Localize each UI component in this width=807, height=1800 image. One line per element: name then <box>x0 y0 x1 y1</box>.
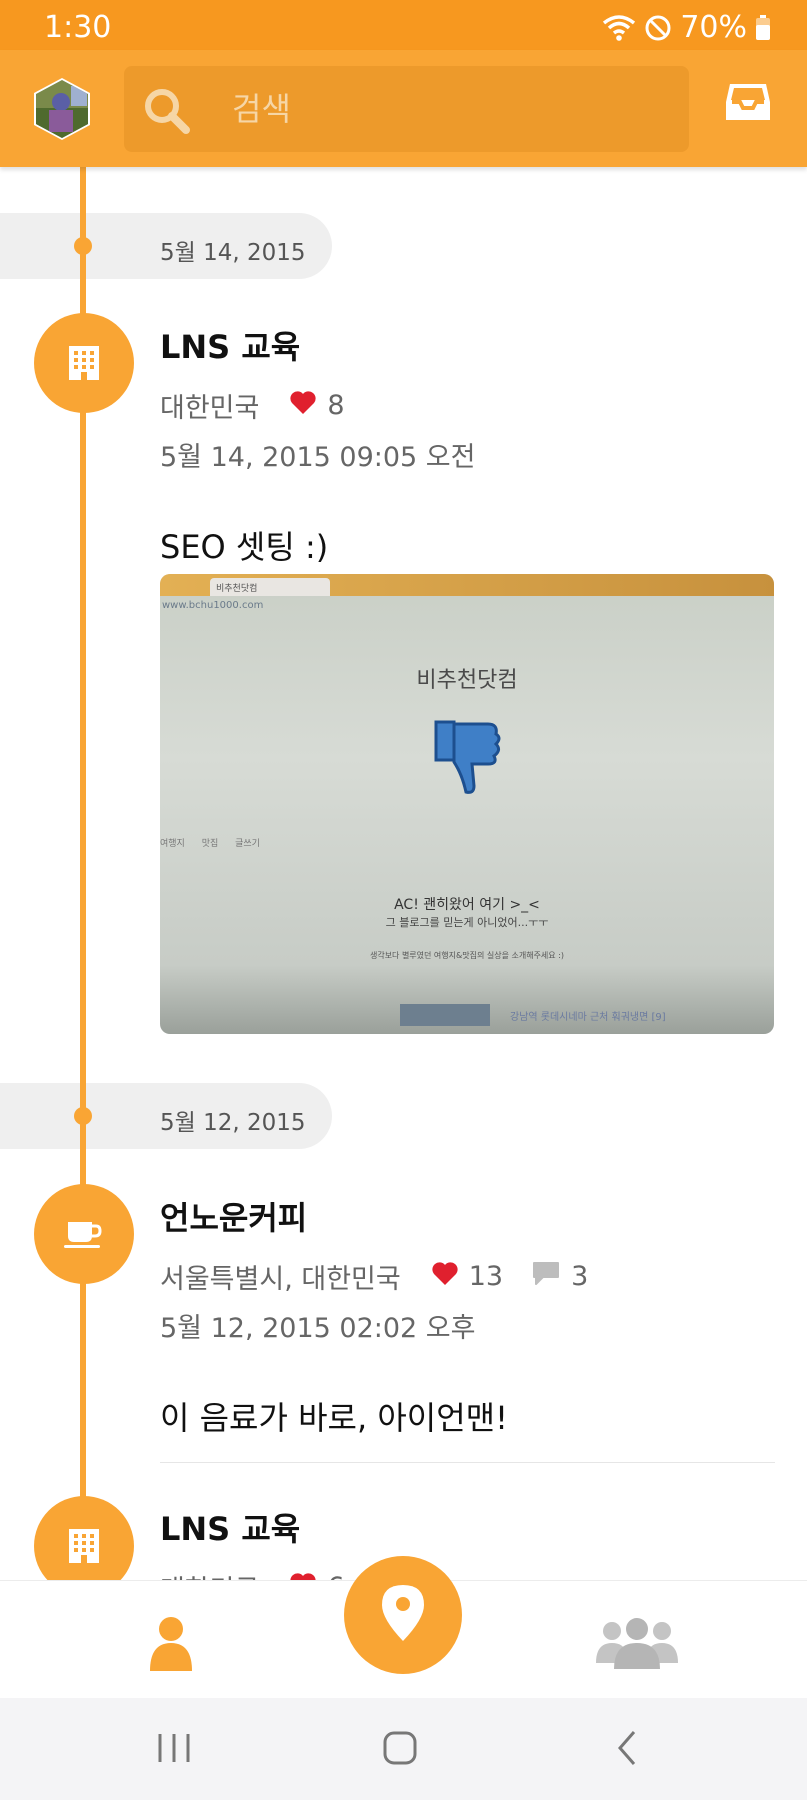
post-meta: 대한민국 8 <box>160 386 775 425</box>
post-location: 대한민국 <box>160 393 260 424</box>
timeline-post[interactable]: LNS 교육 대한민국 8 5월 14, 2015 09:05 오전 SEO 셋… <box>160 322 775 568</box>
battery-icon <box>755 14 771 41</box>
recent-apps-icon[interactable] <box>156 1728 192 1773</box>
photo-text-line: 그 블로그를 믿는게 아니었어...ㅜㅜ <box>385 916 549 929</box>
post-body: SEO 셋팅 :) <box>160 528 329 566</box>
post-timestamp: 5월 12, 2015 02:02 오후 <box>160 1313 476 1344</box>
heart-icon <box>431 1261 459 1292</box>
like-count-value: 8 <box>327 390 345 421</box>
status-right: 70% <box>602 10 771 45</box>
back-icon[interactable] <box>612 1728 642 1773</box>
group-icon[interactable] <box>596 1617 678 1674</box>
post-body: 이 음료가 바로, 아이언맨! <box>160 1399 508 1437</box>
battery-percent: 70% <box>680 10 747 45</box>
comment-icon <box>531 1260 561 1293</box>
photo-url: www.bchu1000.com <box>162 600 264 611</box>
like-count[interactable]: 8 <box>289 390 345 421</box>
inbox-icon[interactable] <box>724 78 772 126</box>
post-photo[interactable]: 비추천닷컴 www.bchu1000.com 비추천닷컴 여행지 맛집 글쓰기 … <box>160 574 774 1034</box>
status-time: 1:30 <box>44 10 112 45</box>
comment-count[interactable]: 3 <box>531 1260 588 1293</box>
thumbs-down-icon <box>428 714 508 805</box>
comment-count-value: 3 <box>571 1261 589 1292</box>
post-location: 서울특별시, 대한민국 <box>160 1264 401 1295</box>
status-bar: 1:30 70% <box>0 0 807 50</box>
photo-thumbnail-strip <box>400 1004 490 1026</box>
post-title: LNS 교육 <box>160 1510 301 1548</box>
date-header: 5월 12, 2015 <box>0 1083 332 1149</box>
photo-text-line: 강남역 롯데시네마 근처 훠궈냉면 [9] <box>510 1012 666 1023</box>
photo-text-line: 생각보다 별루였던 여행지&맛집의 실상을 소개해주세요 :) <box>369 951 565 960</box>
search-bar[interactable] <box>124 66 689 152</box>
post-timestamp: 5월 14, 2015 09:05 오전 <box>160 442 476 473</box>
person-icon[interactable] <box>148 1615 194 1676</box>
building-icon <box>34 313 134 413</box>
post-divider <box>160 1462 775 1463</box>
like-count-value: 13 <box>468 1261 504 1292</box>
date-header: 5월 14, 2015 <box>0 213 332 279</box>
do-not-disturb-icon <box>644 14 672 42</box>
heart-icon <box>289 390 317 421</box>
map-pin-button[interactable] <box>344 1556 462 1674</box>
system-nav-bar <box>0 1698 807 1800</box>
photo-text-line: AC! 괜히왔어 여기 >_< <box>394 897 540 913</box>
home-icon[interactable] <box>382 1728 418 1773</box>
photo-menu-text: 여행지 맛집 글쓰기 <box>160 839 260 849</box>
post-meta: 서울특별시, 대한민국 13 3 <box>160 1257 775 1296</box>
search-icon <box>142 86 192 141</box>
photo-site-title: 비추천닷컴 <box>416 668 518 693</box>
wifi-icon <box>602 14 636 42</box>
photo-browser-tab: 비추천닷컴 <box>210 578 330 596</box>
post-title: LNS 교육 <box>160 328 301 366</box>
timeline-post[interactable]: 언노운커피 서울특별시, 대한민국 13 3 5월 12, 2015 02:02… <box>160 1193 775 1439</box>
like-count[interactable]: 13 <box>431 1261 503 1292</box>
date-header-label: 5월 12, 2015 <box>160 1110 306 1136</box>
post-title: 언노운커피 <box>160 1199 308 1237</box>
app-bar <box>0 50 807 167</box>
date-header-label: 5월 14, 2015 <box>160 240 306 266</box>
map-pin-icon <box>380 1583 426 1648</box>
avatar[interactable] <box>31 78 93 140</box>
search-input[interactable] <box>232 84 652 134</box>
coffee-cup-icon <box>34 1184 134 1284</box>
